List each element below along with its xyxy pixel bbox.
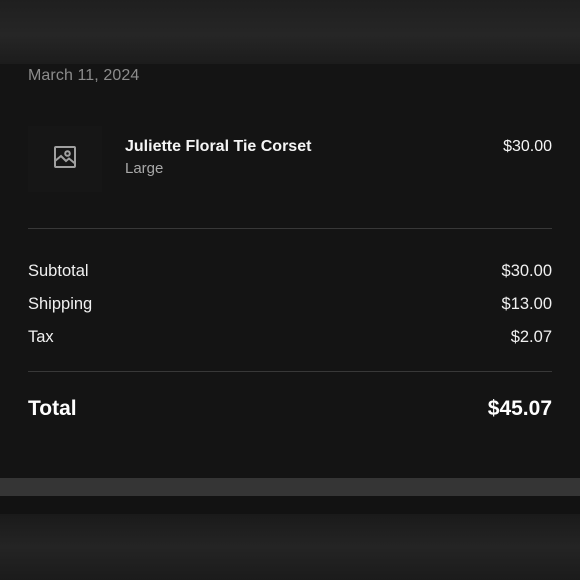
- total-label: Total: [28, 397, 77, 420]
- subtotal-row: Subtotal $30.00: [28, 262, 552, 281]
- shipping-value: $13.00: [501, 295, 552, 313]
- tax-label: Tax: [28, 328, 54, 346]
- item-divider: [28, 228, 552, 229]
- tax-value: $2.07: [510, 328, 552, 346]
- bottom-blurred-band: [0, 514, 580, 580]
- section-separator: [0, 478, 580, 496]
- summary-divider: [28, 371, 552, 372]
- shipping-row: Shipping $13.00: [28, 295, 552, 314]
- total-row: Total $45.07: [28, 397, 552, 421]
- subtotal-label: Subtotal: [28, 262, 89, 280]
- subtotal-value: $30.00: [501, 262, 552, 280]
- section-gap: [0, 496, 580, 514]
- item-variant: Large: [125, 160, 164, 177]
- total-value: $45.07: [487, 397, 552, 420]
- top-blurred-band: [0, 0, 580, 64]
- item-name[interactable]: Juliette Floral Tie Corset: [125, 138, 311, 156]
- order-date: March 11, 2024: [28, 67, 140, 84]
- tax-row: Tax $2.07: [28, 328, 552, 347]
- order-summary-card: March 11, 2024 Juliette Floral Tie Corse…: [0, 64, 580, 478]
- image-placeholder-icon: [53, 145, 77, 174]
- item-thumbnail[interactable]: [28, 126, 102, 192]
- item-price: $30.00: [503, 138, 552, 155]
- order-receipt-screen: March 11, 2024 Juliette Floral Tie Corse…: [0, 0, 580, 580]
- shipping-label: Shipping: [28, 295, 93, 313]
